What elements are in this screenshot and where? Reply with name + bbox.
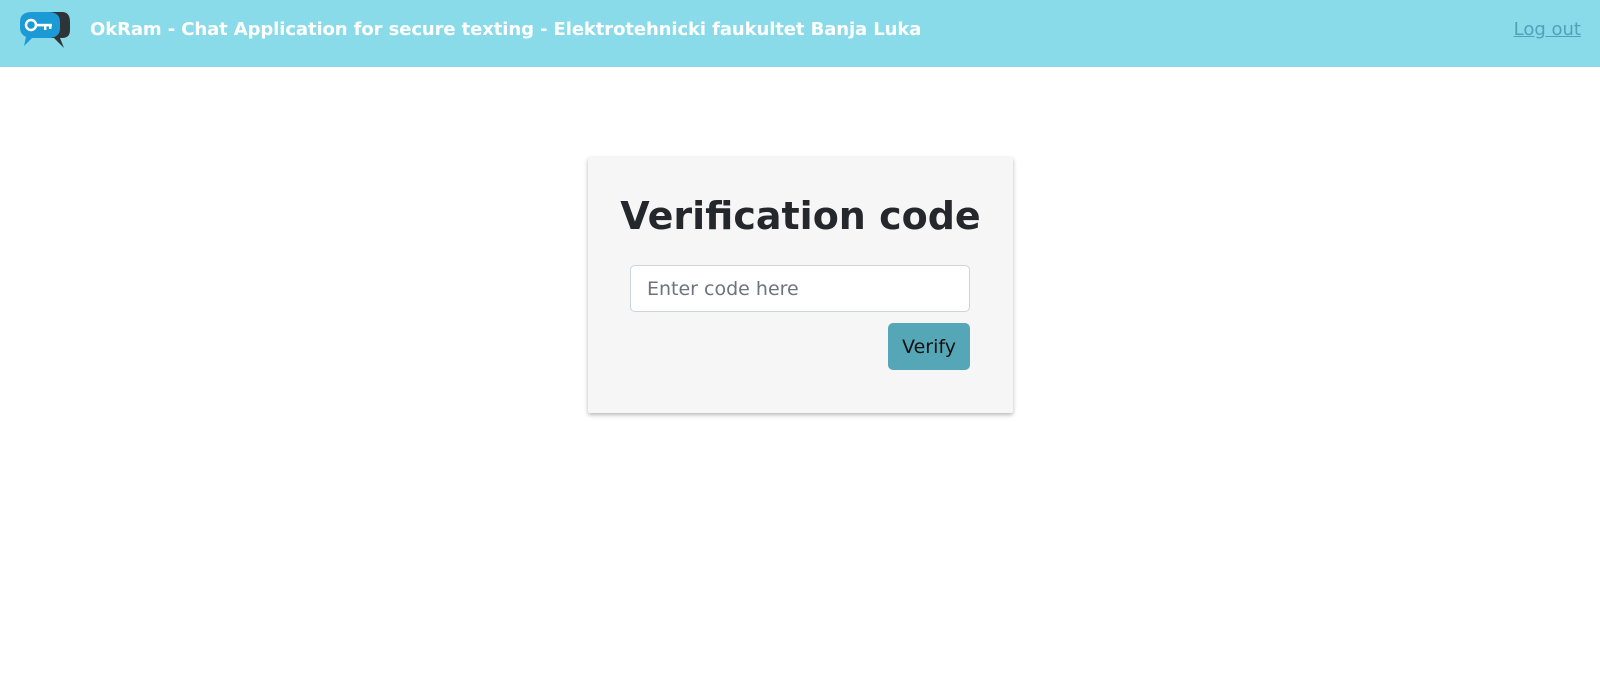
chat-key-logo-icon[interactable] — [18, 8, 72, 52]
verification-code-input[interactable] — [630, 265, 970, 312]
verify-button[interactable]: Verify — [888, 323, 970, 370]
app-brand-title: OkRam - Chat Application for secure text… — [90, 19, 922, 40]
verification-title: Verification code — [620, 194, 981, 238]
top-navbar: OkRam - Chat Application for secure text… — [0, 0, 1600, 67]
verification-card: Verification code Verify — [588, 157, 1013, 413]
logout-link[interactable]: Log out — [1514, 19, 1581, 40]
